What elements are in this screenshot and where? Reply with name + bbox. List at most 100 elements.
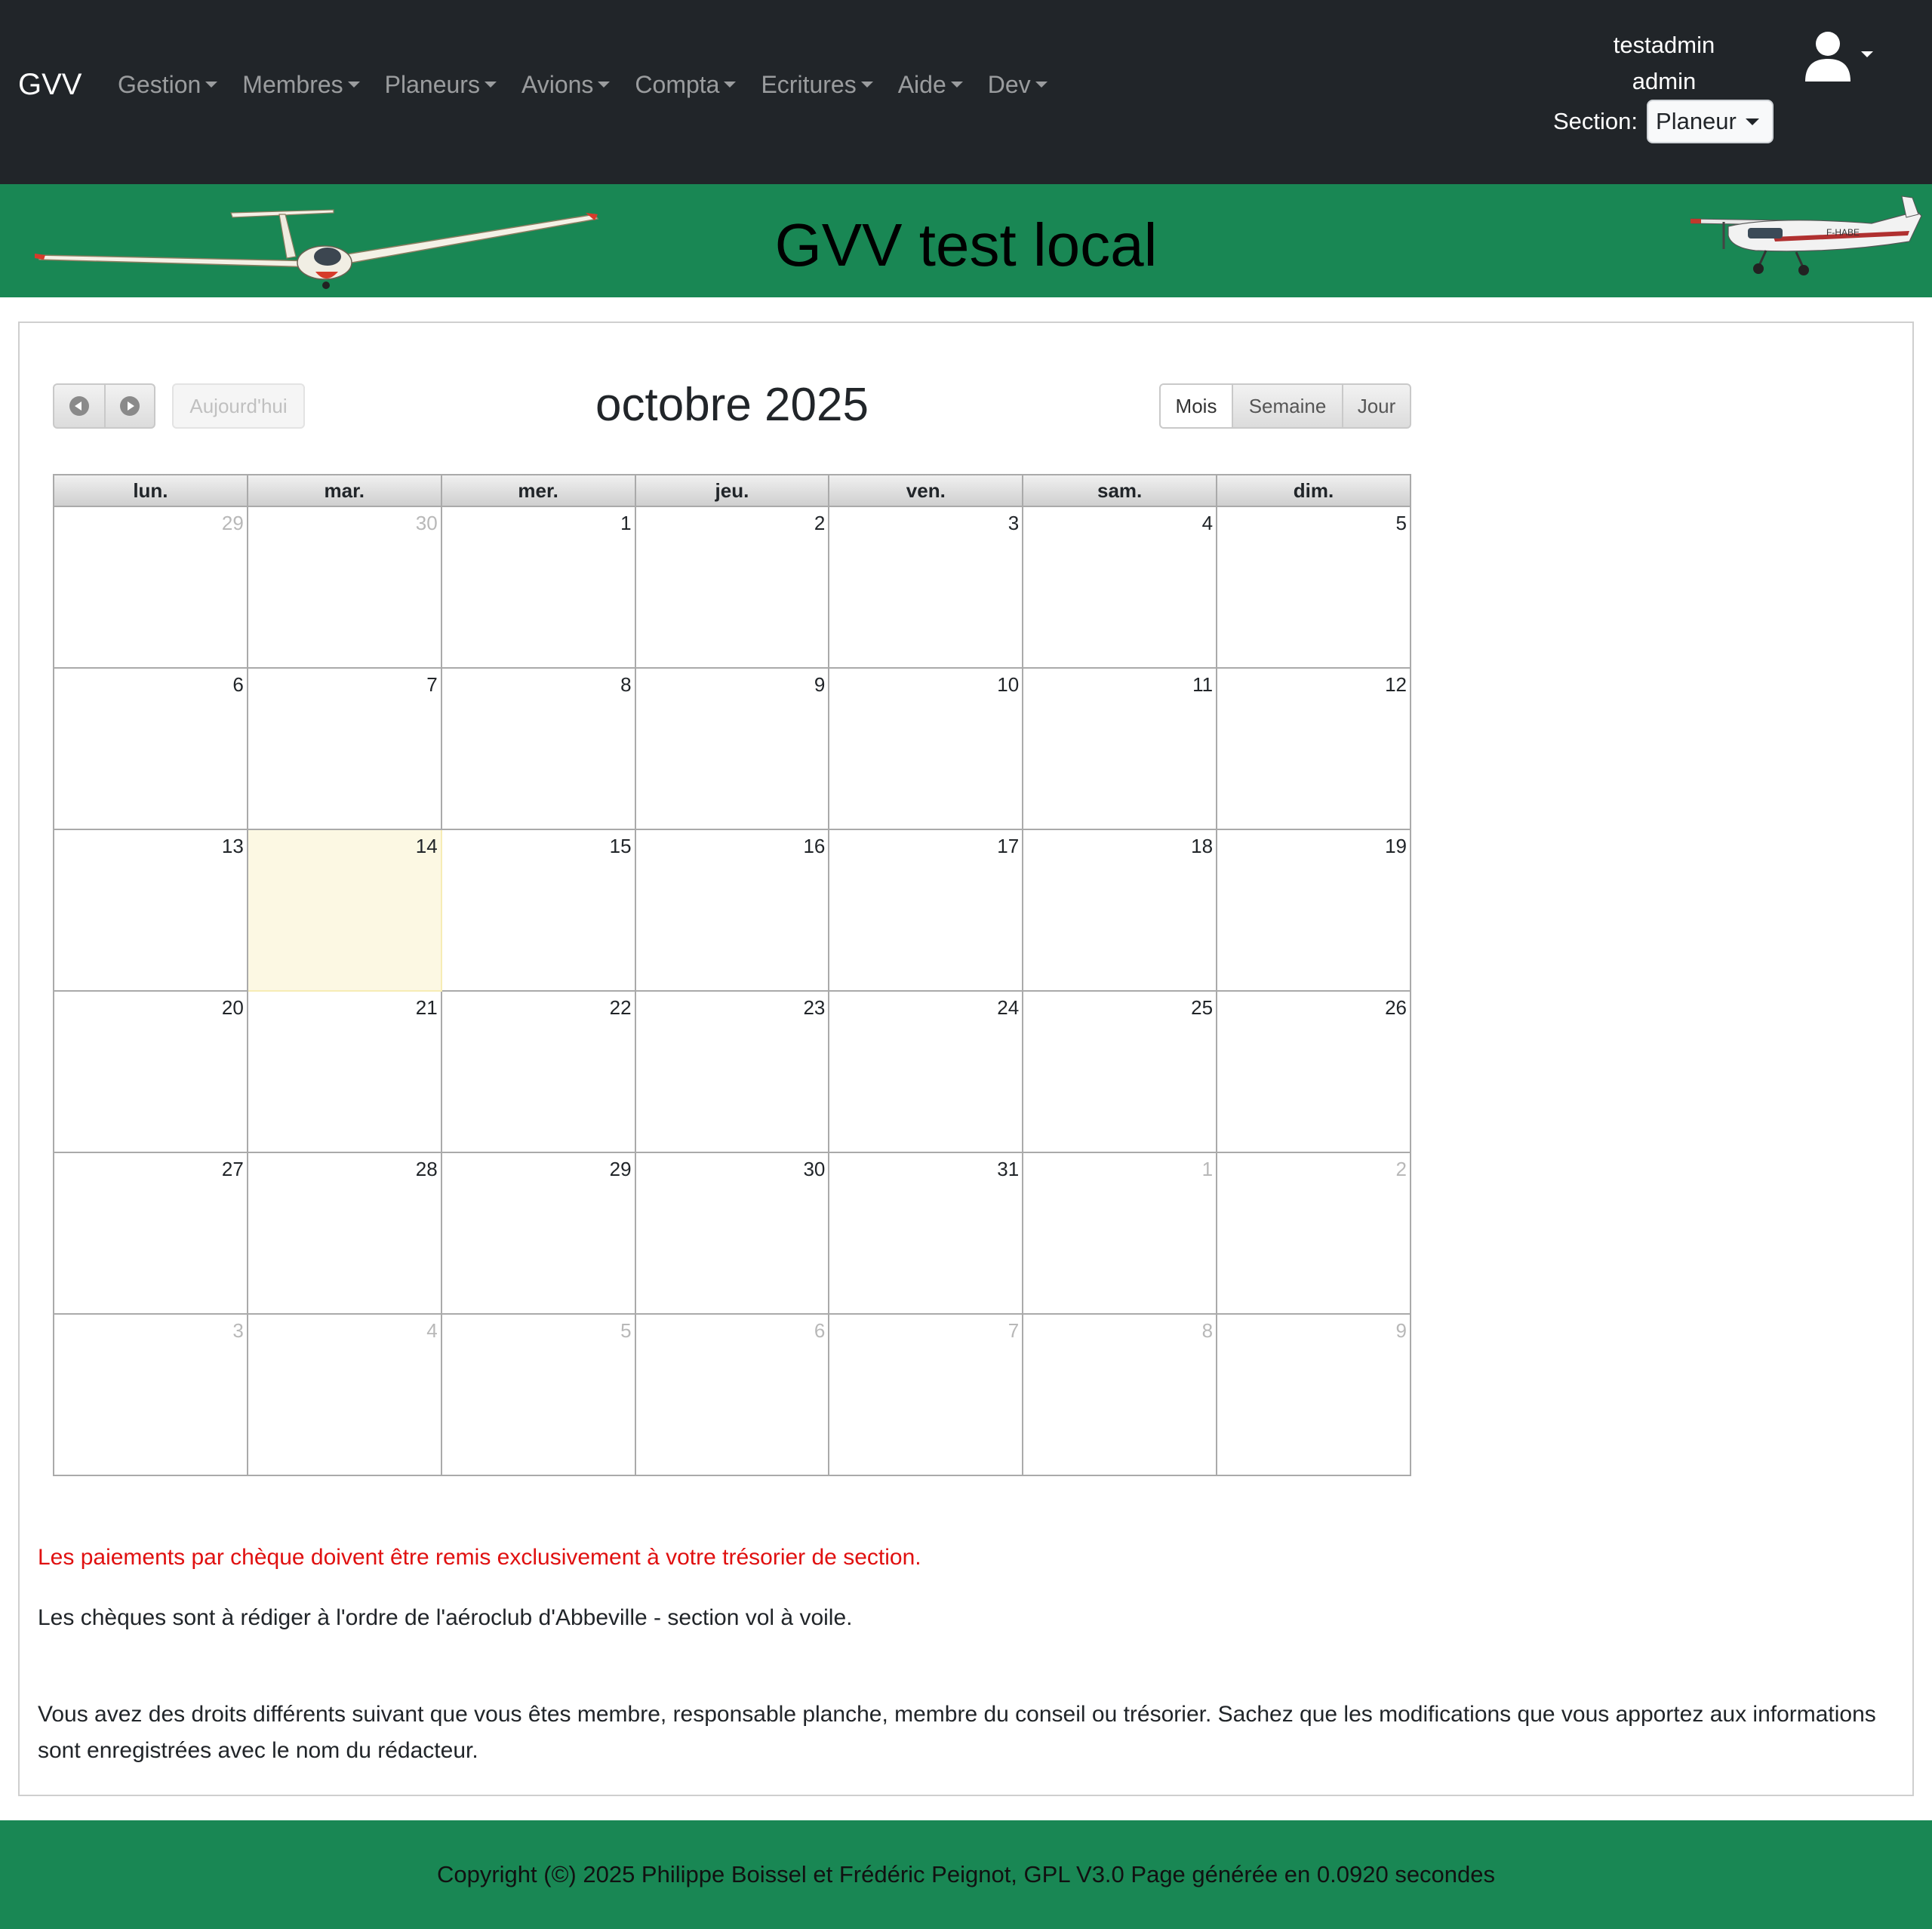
user-icon[interactable] [1804, 30, 1852, 83]
calendar-day-cell[interactable]: 31 [828, 1152, 1024, 1315]
calendar-day-cell[interactable]: 30 [246, 506, 442, 669]
calendar-day-cell[interactable]: 6 [634, 1313, 830, 1476]
section-select[interactable]: Planeur [1647, 100, 1774, 143]
chevron-right-icon [119, 396, 140, 416]
calendar-day-cell-today[interactable]: 14 [246, 829, 442, 992]
calendar-day-cell[interactable]: 9 [1216, 1313, 1411, 1476]
calendar-day-cell[interactable]: 13 [53, 829, 248, 992]
menu-compta[interactable]: Compta [635, 69, 737, 100]
weekday-header: mar. [246, 474, 442, 507]
calendar-day-cell[interactable]: 10 [828, 667, 1024, 830]
calendar-day-cell[interactable]: 8 [1022, 1313, 1218, 1476]
calendar-day-cell[interactable]: 1 [440, 506, 636, 669]
day-number: 26 [1385, 996, 1407, 1019]
calendar-day-cell[interactable]: 20 [53, 990, 248, 1153]
weekday-header-row: lun. mar. mer. jeu. ven. sam. dim. [53, 474, 1411, 507]
calendar-week-row: 27 28 29 30 31 1 2 [53, 1152, 1411, 1315]
day-number: 9 [814, 673, 826, 696]
view-week-button[interactable]: Semaine [1232, 385, 1342, 427]
day-number: 17 [997, 835, 1020, 857]
day-number: 30 [803, 1158, 826, 1180]
day-number: 2 [814, 512, 826, 534]
chevron-left-icon [69, 396, 89, 416]
day-number: 24 [997, 996, 1020, 1019]
section-selected-value: Planeur [1656, 108, 1737, 134]
day-number: 5 [620, 1319, 632, 1342]
calendar-day-cell[interactable]: 4 [246, 1313, 442, 1476]
menu-label: Compta [635, 71, 720, 98]
calendar-day-cell[interactable]: 21 [246, 990, 442, 1153]
calendar-day-cell[interactable]: 8 [440, 667, 636, 830]
day-number: 1 [1201, 1158, 1214, 1180]
calendar-day-cell[interactable]: 5 [1216, 506, 1411, 669]
day-number: 25 [1191, 996, 1214, 1019]
day-number: 3 [232, 1319, 244, 1342]
menu-label: Ecritures [761, 71, 857, 98]
prev-month-button[interactable] [54, 385, 104, 427]
calendar-day-cell[interactable]: 30 [634, 1152, 830, 1315]
calendar-day-cell[interactable]: 4 [1022, 506, 1218, 669]
menu-membres[interactable]: Membres [242, 69, 360, 100]
user-menu-caret-icon[interactable] [1861, 51, 1873, 57]
calendar-day-cell[interactable]: 16 [634, 829, 830, 992]
menu-avions[interactable]: Avions [521, 69, 611, 100]
calendar-day-cell[interactable]: 7 [246, 667, 442, 830]
calendar-day-cell[interactable]: 23 [634, 990, 830, 1153]
next-month-button[interactable] [103, 385, 154, 427]
calendar-day-cell[interactable]: 15 [440, 829, 636, 992]
calendar-body: 29 30 1 2 3 4 5 6 7 8 9 10 11 12 13 14 15 16 17 18 19 20 21 22 2… [53, 506, 1411, 1476]
calendar-day-cell[interactable]: 28 [246, 1152, 442, 1315]
calendar-day-cell[interactable]: 6 [53, 667, 248, 830]
calendar-day-cell[interactable]: 11 [1022, 667, 1218, 830]
calendar-day-cell[interactable]: 5 [440, 1313, 636, 1476]
svg-text:F-HABE: F-HABE [1826, 227, 1860, 238]
menu-planeurs[interactable]: Planeurs [385, 69, 497, 100]
calendar-nav-buttons [53, 383, 155, 429]
menu-label: Membres [242, 71, 343, 98]
menu-gestion[interactable]: Gestion [118, 69, 218, 100]
calendar-day-cell[interactable]: 29 [53, 506, 248, 669]
menu-aide[interactable]: Aide [898, 69, 963, 100]
calendar-day-cell[interactable]: 18 [1022, 829, 1218, 992]
menu-dev[interactable]: Dev [988, 69, 1048, 100]
caret-down-icon [598, 82, 611, 88]
calendar-day-cell[interactable]: 25 [1022, 990, 1218, 1153]
calendar-day-cell[interactable]: 9 [634, 667, 830, 830]
menu-label: Planeurs [384, 71, 480, 98]
view-month-button[interactable]: Mois [1161, 385, 1232, 427]
brand-link[interactable]: GVV [18, 66, 82, 103]
day-number: 21 [415, 996, 438, 1019]
day-number: 28 [415, 1158, 438, 1180]
menu-ecritures[interactable]: Ecritures [761, 69, 873, 100]
day-number: 9 [1395, 1319, 1407, 1342]
page-footer: Copyright (©) 2025 Philippe Boissel et F… [0, 1820, 1932, 1929]
day-number: 11 [1192, 673, 1214, 696]
calendar-day-cell[interactable]: 24 [828, 990, 1024, 1153]
weekday-header: ven. [828, 474, 1024, 507]
day-number: 6 [232, 673, 244, 696]
calendar-day-cell[interactable]: 1 [1022, 1152, 1218, 1315]
view-day-button[interactable]: Jour [1342, 385, 1410, 427]
caret-down-icon [950, 82, 963, 88]
day-number: 14 [415, 835, 438, 857]
calendar-day-cell[interactable]: 3 [828, 506, 1024, 669]
caret-down-icon [484, 82, 497, 88]
calendar-day-cell[interactable]: 26 [1216, 990, 1411, 1153]
menu-label: Avions [521, 71, 594, 98]
calendar-day-cell[interactable]: 27 [53, 1152, 248, 1315]
calendar-day-cell[interactable]: 2 [634, 506, 830, 669]
calendar-week-row: 6 7 8 9 10 11 12 [53, 667, 1411, 830]
section-label: Section: [1553, 108, 1638, 134]
today-button[interactable]: Aujourd'hui [172, 383, 305, 429]
calendar-day-cell[interactable]: 7 [828, 1313, 1024, 1476]
calendar-day-cell[interactable]: 17 [828, 829, 1024, 992]
calendar-day-cell[interactable]: 3 [53, 1313, 248, 1476]
calendar-day-cell[interactable]: 12 [1216, 667, 1411, 830]
day-number: 31 [997, 1158, 1020, 1180]
calendar-week-row: 29 30 1 2 3 4 5 [53, 506, 1411, 669]
calendar-day-cell[interactable]: 2 [1216, 1152, 1411, 1315]
cheque-warning: Les paiements par chèque doivent être re… [38, 1545, 921, 1570]
calendar-day-cell[interactable]: 22 [440, 990, 636, 1153]
calendar-day-cell[interactable]: 29 [440, 1152, 636, 1315]
calendar-day-cell[interactable]: 19 [1216, 829, 1411, 992]
